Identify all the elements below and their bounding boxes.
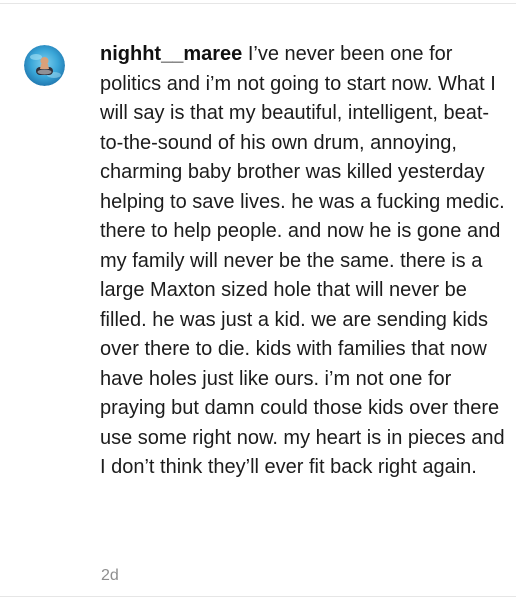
comment-timestamp[interactable]: 2d xyxy=(101,567,119,585)
comment-body: nighht__maree I’ve never been one for po… xyxy=(100,40,506,483)
top-divider xyxy=(0,3,516,4)
comment-container: nighht__maree I’ve never been one for po… xyxy=(0,0,516,600)
comment-username[interactable]: nighht__maree xyxy=(100,43,242,65)
bottom-divider xyxy=(0,596,516,597)
profile-avatar-icon[interactable] xyxy=(24,45,65,86)
comment-text: I’ve never been one for politics and i’m… xyxy=(100,43,505,478)
